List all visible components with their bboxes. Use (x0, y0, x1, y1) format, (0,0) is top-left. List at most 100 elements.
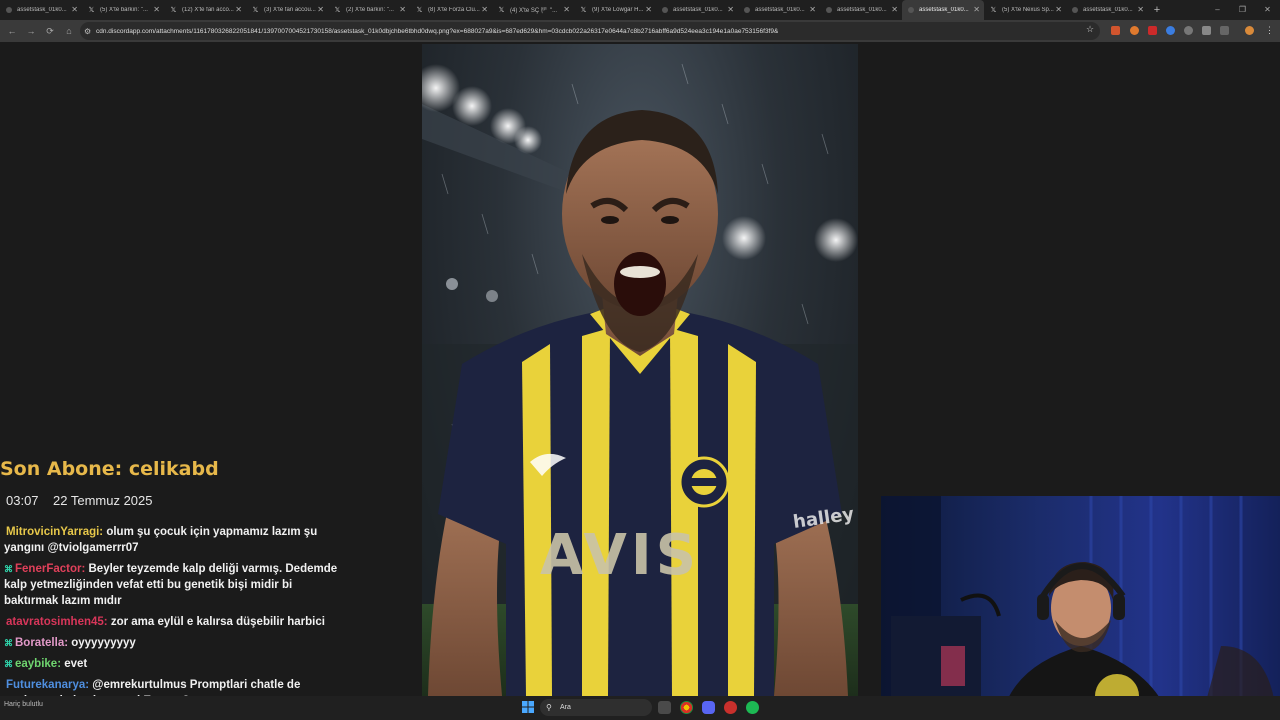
home-button[interactable]: ⌂ (62, 26, 76, 36)
x-icon: 𝕏 (416, 6, 423, 14)
image-icon (826, 7, 832, 13)
chat-username: eaybike: (15, 658, 62, 670)
chat-message: ⌘ eaybike: evet (4, 656, 344, 672)
browser-toolbar: ← → ⟳ ⌂ ⚙ cdn.discordapp.com/attachments… (0, 20, 1280, 42)
x-icon: 𝕏 (990, 6, 997, 14)
tab-title: (3) X'te fan accou... (264, 7, 316, 13)
tab[interactable]: assetstask_01k0... ✕ (0, 0, 82, 20)
close-icon[interactable]: ✕ (645, 5, 652, 14)
image-icon (1072, 7, 1078, 13)
forward-button[interactable]: → (24, 26, 38, 36)
extension-icon[interactable] (1184, 26, 1193, 35)
webcam-feed (881, 496, 1280, 720)
player-illustration: AVIS halley (422, 63, 858, 696)
close-icon[interactable]: ✕ (891, 5, 898, 14)
close-icon[interactable]: ✕ (153, 5, 160, 14)
chat-overlay: MitrovicinYarragi: olum şu çocuk için ya… (4, 524, 344, 714)
extension-icon[interactable] (1148, 26, 1157, 35)
chat-username: MitrovicinYarragi: (6, 526, 104, 538)
chat-text: oyyyyyyyyy (68, 637, 136, 649)
image-icon (908, 7, 914, 13)
tab-title: (4) X'te SÇ 🏴 "... (510, 7, 558, 14)
badge-icon: ⌘ (4, 564, 13, 574)
close-icon[interactable]: ✕ (727, 5, 734, 14)
close-icon[interactable]: ✕ (235, 5, 242, 14)
chat-message: MitrovicinYarragi: olum şu çocuk için ya… (4, 524, 344, 556)
extension-icon[interactable] (1130, 26, 1139, 35)
x-icon: 𝕏 (580, 6, 587, 14)
reload-button[interactable]: ⟳ (43, 26, 57, 37)
badge-icon: ⌘ (4, 659, 13, 669)
maximize-button[interactable]: ❐ (1230, 0, 1255, 20)
minimize-button[interactable]: – (1205, 0, 1230, 20)
clock-time: 03:07 (6, 493, 39, 508)
badge-icon: ⌘ (4, 638, 13, 648)
extensions-puzzle-icon[interactable] (1202, 26, 1211, 35)
site-info-icon[interactable]: ⚙ (84, 27, 96, 36)
tab[interactable]: 𝕏 (3) X'te fan accou... ✕ (246, 0, 328, 20)
close-window-button[interactable]: ✕ (1255, 0, 1280, 20)
tab[interactable]: 𝕏 (8) X'te Forza Clu... ✕ (410, 0, 492, 20)
chat-username: FenerFactor: (15, 563, 86, 575)
tab[interactable]: 𝕏 (5) X'te Nexus Sp... ✕ (984, 0, 1066, 20)
tab[interactable]: assetstask_01k0... ✕ (820, 0, 902, 20)
task-view-icon[interactable] (658, 701, 671, 714)
x-icon: 𝕏 (252, 6, 259, 14)
address-bar[interactable]: ⚙ cdn.discordapp.com/attachments/1161780… (80, 22, 1100, 40)
close-icon[interactable]: ✕ (973, 5, 980, 14)
discord-icon[interactable] (702, 701, 715, 714)
tab-title: assetstask_01k0... (755, 7, 805, 13)
close-icon[interactable]: ✕ (399, 5, 406, 14)
tab-title: (12) X'te fan acco... (182, 7, 234, 13)
tab-title: assetstask_01k0... (17, 7, 67, 13)
chat-username: atavratosimhen45: (6, 616, 108, 628)
weather-widget[interactable]: Hariç bulutlu (4, 701, 43, 708)
search-icon: ⚲ (546, 703, 552, 712)
close-icon[interactable]: ✕ (809, 5, 816, 14)
extension-icon[interactable] (1166, 26, 1175, 35)
windows-start-icon[interactable] (522, 701, 534, 713)
chat-username: Futurekanarya: (6, 679, 90, 691)
tab[interactable]: assetstask_01k0... ✕ (738, 0, 820, 20)
sidebar-icon[interactable] (1220, 26, 1229, 35)
tab-title: assetstask_01k0... (673, 7, 723, 13)
new-tab-button[interactable]: + (1148, 4, 1166, 16)
search-placeholder: Ara (560, 704, 571, 711)
tab[interactable]: 𝕏 (4) X'te SÇ 🏴 "... ✕ (492, 0, 574, 20)
close-icon[interactable]: ✕ (481, 5, 488, 14)
chat-text: zor ama eylül e kalırsa düşebilir harbic… (107, 616, 325, 628)
profile-avatar[interactable] (1245, 26, 1254, 35)
menu-kebab-icon[interactable]: ⋮ (1265, 26, 1274, 35)
x-icon: 𝕏 (498, 6, 505, 14)
tab[interactable]: assetstask_01k0... ✕ (1066, 0, 1148, 20)
spotify-icon[interactable] (746, 701, 759, 714)
back-button[interactable]: ← (5, 26, 19, 36)
bookmark-star-icon[interactable]: ☆ (1086, 24, 1094, 35)
app-icon[interactable] (724, 701, 737, 714)
chat-message: ⌘ FenerFactor: Beyler teyzemde kalp deliğ… (4, 561, 344, 609)
close-icon[interactable]: ✕ (563, 5, 570, 14)
extension-icon[interactable] (1111, 26, 1120, 35)
close-icon[interactable]: ✕ (1137, 5, 1144, 14)
clock-date: 22 Temmuz 2025 (53, 493, 153, 508)
chat-text: evet (61, 658, 88, 670)
tab-title: (5) X'te Nexus Sp... (1002, 7, 1054, 13)
window-controls: – ❐ ✕ (1205, 0, 1280, 20)
url-text[interactable]: cdn.discordapp.com/attachments/116178032… (96, 28, 778, 35)
tab-strip: assetstask_01k0... ✕ 𝕏 (5) X'te barkın: ".… (0, 0, 1280, 20)
tab[interactable]: 𝕏 (2) X'te barkın: "... ✕ (328, 0, 410, 20)
player-photo: AVIS halley (422, 44, 858, 696)
tab[interactable]: assetstask_01k0... ✕ (656, 0, 738, 20)
chat-message: ⌘ Boratella: oyyyyyyyyy (4, 635, 344, 651)
last-subscriber-banner: Son Abone: celikabd (0, 458, 219, 480)
tab[interactable]: 𝕏 (5) X'te barkın: "... ✕ (82, 0, 164, 20)
close-icon[interactable]: ✕ (1055, 5, 1062, 14)
close-icon[interactable]: ✕ (317, 5, 324, 14)
taskbar-search[interactable]: ⚲ Ara (540, 699, 652, 716)
tab-title: assetstask_01k0... (837, 7, 887, 13)
tab[interactable]: 𝕏 (12) X'te fan acco... ✕ (164, 0, 246, 20)
tab-active[interactable]: assetstask_01k0... ✕ (902, 0, 984, 20)
chrome-icon[interactable] (680, 701, 693, 714)
close-icon[interactable]: ✕ (71, 5, 78, 14)
tab[interactable]: 𝕏 (9) X'te Lowgar H... ✕ (574, 0, 656, 20)
